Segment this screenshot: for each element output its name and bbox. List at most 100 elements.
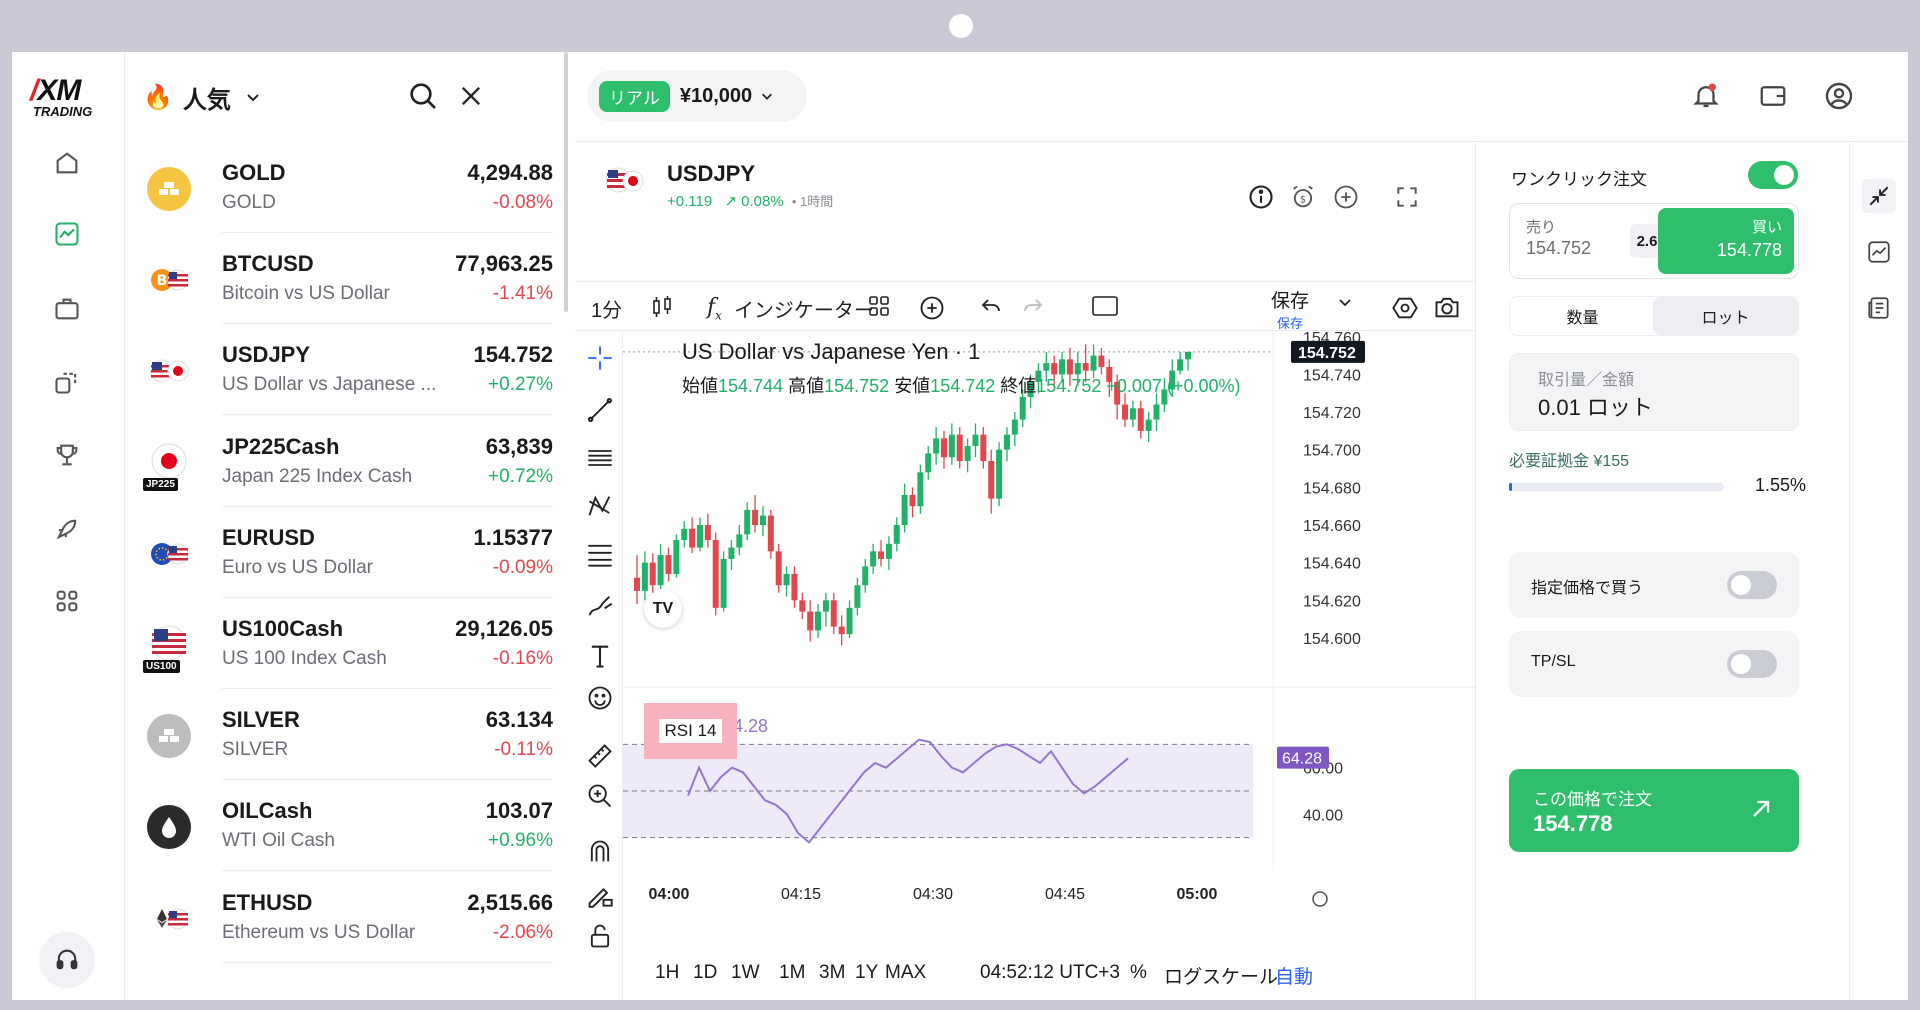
instrument-row[interactable]: ETHUSD Ethereum vs US Dollar 2,515.66 -2.06… [125,872,567,963]
required-margin: 必要証拠金 ¥155 [1509,453,1630,470]
account-selector[interactable]: リアル ¥10,000 [587,70,807,122]
one-click-toggle[interactable] [1748,161,1798,189]
trophy-icon[interactable] [50,438,84,472]
emoji-icon[interactable] [585,683,615,713]
candle-body [641,562,648,591]
wallet-icon[interactable] [1755,78,1791,114]
clock-time: 04:52:12 UTC+3 [980,962,1120,983]
volume-field[interactable]: 取引量／金額 0.01 ロット [1509,353,1799,431]
redo-icon[interactable] [1021,294,1045,318]
instrument-row[interactable]: B BTCUSD Bitcoin vs US Dollar 77,963.25 -1.4… [125,233,567,325]
instrument-row[interactable]: OILCash WTI Oil Cash 103.07 +0.96% [125,780,567,872]
range-button-1h[interactable]: 1H [655,962,679,984]
instrument-row[interactable]: SILVER SILVER 63.134 -0.11% [125,689,567,781]
instrument-row[interactable]: GOLD GOLD 4,294.88 -0.08% [125,142,567,233]
chart-image-icon[interactable] [1862,235,1896,269]
log-scale-toggle[interactable]: ログスケール [1164,962,1278,989]
auto-scale-toggle[interactable]: 自動 [1275,962,1313,989]
range-button-1d[interactable]: 1D [693,962,717,984]
save-button[interactable]: 保存 保存 [1271,286,1309,332]
seg-lot[interactable]: ロット [1653,297,1798,335]
margin-progress [1509,483,1724,491]
instrument-price: 63.134 [485,707,553,733]
pattern-tool-icon[interactable] [585,491,615,521]
instrument-row[interactable]: USDJPY US Dollar vs Japanese ... 154.752 +0… [125,324,567,416]
seg-quantity[interactable]: 数量 [1510,297,1655,335]
svg-text:B: B [157,273,168,289]
limit-order-toggle[interactable] [1727,571,1777,599]
xm-logo[interactable]: /XM TRADING [30,74,110,119]
candle-body [696,525,703,548]
news-icon[interactable] [1862,291,1896,325]
range-button-max[interactable]: MAX [885,962,926,984]
instrument-row[interactable]: JP225 JP225Cash Japan 225 Index Cash 63,839… [125,416,567,507]
rsi-value-label: 64.28 [1282,751,1322,768]
unlock-icon[interactable] [585,921,615,951]
tpsl-toggle[interactable] [1727,650,1777,678]
high-label: 高値 [788,376,825,396]
brush-icon[interactable] [585,591,615,621]
range-button-1y[interactable]: 1Y [855,962,878,984]
candle-body [1090,355,1097,371]
list-title[interactable]: 人気 [183,80,231,115]
x-axis-tick: 04:00 [649,886,690,903]
instrument-row[interactable]: EURUSD Euro vs US Dollar 1.15377 -0.09% [125,507,567,598]
trend-line-icon[interactable] [585,395,615,425]
instrument-row[interactable]: US100 US100Cash US 100 Index Cash 29,126.05… [125,598,567,689]
list-scrollbar[interactable] [564,52,568,312]
portfolio-icon[interactable] [50,292,84,326]
limit-order-label: 指定価格で買う [1531,580,1644,597]
fib-tool-icon[interactable] [585,539,615,569]
x-axis-tick: 05:00 [1177,886,1218,903]
candle-body [1185,351,1191,360]
chart-nav-icon[interactable] [50,217,84,251]
logo-main-text: XM [37,74,81,107]
lock-draw-icon[interactable] [585,879,615,909]
sell-label[interactable]: 売り [1526,216,1556,237]
ohlc-change: +0.007 (+0.00%) [1106,376,1241,396]
collapse-arrows-icon[interactable] [1862,179,1896,213]
layouts-icon[interactable] [867,294,891,318]
zoom-in-icon[interactable] [585,781,615,811]
instrument-list-panel: 🔥 人気 GOLD GOLD 4,294.88 -0.08% B BTCUSD Bitcoi… [125,52,567,1000]
range-button-1w[interactable]: 1W [731,962,760,984]
screenshot-camera-icon[interactable] [1433,294,1461,320]
copy-trading-icon[interactable] [50,365,84,399]
horizontal-lines-icon[interactable] [585,443,615,473]
text-tool-icon[interactable] [585,641,615,671]
magnet-icon[interactable] [585,837,615,867]
indicators-button[interactable]: fx インジケーター [707,294,874,323]
buy-button[interactable]: 買い 154.778 [1658,208,1794,274]
rsi-indicator-label[interactable]: RSI 14 [644,703,737,759]
instrument-change: -0.08% [492,192,553,213]
candle-body [822,600,829,612]
info-icon[interactable] [1245,181,1277,213]
fullscreen-icon[interactable] [1391,181,1423,213]
settings-icon[interactable] [1391,294,1419,322]
apps-grid-icon[interactable] [50,584,84,618]
price-alert-icon[interactable]: $ [1287,181,1319,213]
interval-button[interactable]: 1分 [591,294,622,323]
compare-add-icon[interactable] [918,294,946,322]
range-button-3m[interactable]: 3M [819,962,845,984]
notification-bell-icon[interactable] [1688,78,1724,114]
rocket-icon[interactable] [50,512,84,546]
range-button-1m[interactable]: 1M [779,962,805,984]
crosshair-icon[interactable] [585,343,615,373]
percent-toggle[interactable]: % [1130,962,1147,984]
sell-price[interactable]: 154.752 [1526,238,1591,259]
ruler-icon[interactable] [585,741,615,771]
price-chart[interactable]: 154.760154.740154.720154.700154.680154.6… [623,331,1475,956]
support-headset-icon[interactable] [39,932,95,988]
place-order-button[interactable]: この価格で注文 154.778 [1509,769,1799,852]
search-icon[interactable] [407,80,439,112]
candle-type-icon[interactable] [650,294,674,320]
undo-icon[interactable] [979,294,1003,318]
close-icon[interactable] [457,82,485,110]
add-circle-icon[interactable] [1330,181,1362,213]
home-icon[interactable] [50,146,84,180]
rect-tool-icon[interactable] [1091,294,1119,318]
chevron-down-icon[interactable] [245,89,261,105]
chevron-down-icon[interactable] [1337,294,1353,310]
user-profile-icon[interactable] [1821,78,1857,114]
